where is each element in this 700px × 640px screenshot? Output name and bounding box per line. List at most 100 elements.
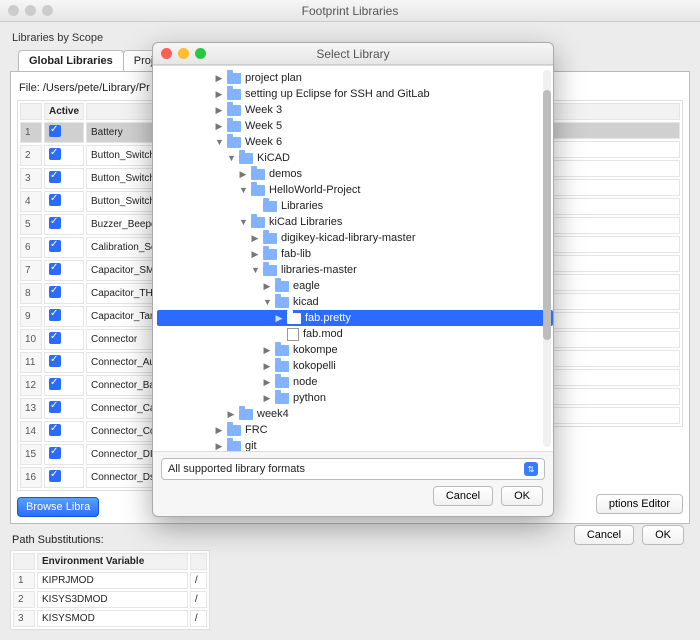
tree-item[interactable]: ▼KiCAD (157, 150, 553, 166)
options-editor-button[interactable]: ptions Editor (596, 494, 683, 514)
tab-global-libraries[interactable]: Global Libraries (18, 50, 124, 71)
table-row[interactable]: 5Buzzer_Beepe (20, 214, 162, 235)
disclosure-icon[interactable]: ▶ (263, 361, 271, 372)
tree-item[interactable]: ▶kokompe (157, 342, 553, 358)
checkbox-icon[interactable] (49, 171, 61, 183)
zoom-icon[interactable] (195, 48, 206, 59)
tree-item[interactable]: ▶digikey-kicad-library-master (157, 230, 553, 246)
disclosure-icon[interactable]: ▼ (239, 217, 247, 227)
tree-item[interactable]: ▼kicad (157, 294, 553, 310)
table-row[interactable]: 3Button_Switch (20, 168, 162, 189)
table-row[interactable]: 8Capacitor_TH (20, 283, 162, 304)
table-row[interactable]: 1Battery (20, 122, 162, 143)
table-row[interactable]: 14Connector_Co (20, 421, 162, 442)
tree-item[interactable]: ▶demos (157, 166, 553, 182)
disclosure-icon[interactable]: ▼ (251, 265, 259, 275)
active-cell[interactable] (44, 122, 84, 143)
active-cell[interactable] (44, 237, 84, 258)
disclosure-icon[interactable]: ▶ (215, 441, 223, 452)
checkbox-icon[interactable] (49, 194, 61, 206)
tree-item[interactable]: ▶git (157, 438, 553, 452)
tree-item[interactable]: ▶Week 5 (157, 118, 553, 134)
modal-ok-button[interactable]: OK (501, 486, 543, 506)
table-row[interactable]: 10Connector (20, 329, 162, 350)
tree-item-selected[interactable]: ▶fab.pretty (157, 310, 553, 326)
tree-item[interactable]: ▶kokopelli (157, 358, 553, 374)
tree-item[interactable]: ▶node (157, 374, 553, 390)
tree-item[interactable]: ▼libraries-master (157, 262, 553, 278)
main-ok-button[interactable]: OK (642, 525, 684, 545)
table-row[interactable]: 16Connector_Ds (20, 467, 162, 488)
minimize-icon[interactable] (178, 48, 189, 59)
active-cell[interactable] (44, 421, 84, 442)
tree-item[interactable]: ▼Week 6 (157, 134, 553, 150)
disclosure-icon[interactable]: ▶ (251, 233, 259, 244)
table-row[interactable]: 4Button_Switch (20, 191, 162, 212)
checkbox-icon[interactable] (49, 401, 61, 413)
checkbox-icon[interactable] (49, 378, 61, 390)
disclosure-icon[interactable]: ▼ (263, 297, 271, 307)
tree-item[interactable]: ▶FRC (157, 422, 553, 438)
table-row[interactable]: 6Calibration_Sc (20, 237, 162, 258)
table-row[interactable]: 9Capacitor_Tan (20, 306, 162, 327)
active-cell[interactable] (44, 260, 84, 281)
main-cancel-button[interactable]: Cancel (574, 525, 634, 545)
env-table[interactable]: Environment Variable 1KIPRJMOD/2KISYS3DM… (10, 550, 210, 630)
disclosure-icon[interactable]: ▶ (251, 249, 259, 260)
close-icon[interactable] (161, 48, 172, 59)
tree-item[interactable]: Libraries (157, 198, 553, 214)
disclosure-icon[interactable]: ▶ (263, 393, 271, 404)
disclosure-icon[interactable]: ▶ (263, 377, 271, 388)
table-row[interactable]: 13Connector_Ca (20, 398, 162, 419)
disclosure-icon[interactable]: ▶ (239, 169, 247, 180)
table-row[interactable]: 3KISYSMOD/ (13, 610, 207, 627)
disclosure-icon[interactable]: ▶ (215, 121, 223, 132)
active-cell[interactable] (44, 168, 84, 189)
checkbox-icon[interactable] (49, 309, 61, 321)
checkbox-icon[interactable] (49, 125, 61, 137)
active-cell[interactable] (44, 145, 84, 166)
disclosure-icon[interactable]: ▶ (215, 105, 223, 116)
modal-cancel-button[interactable]: Cancel (433, 486, 493, 506)
tree-item[interactable]: ▶fab-lib (157, 246, 553, 262)
disclosure-icon[interactable]: ▶ (263, 281, 271, 292)
checkbox-icon[interactable] (49, 470, 61, 482)
table-row[interactable]: 1KIPRJMOD/ (13, 572, 207, 589)
active-cell[interactable] (44, 467, 84, 488)
tree-item[interactable]: ▼HelloWorld-Project (157, 182, 553, 198)
active-cell[interactable] (44, 352, 84, 373)
checkbox-icon[interactable] (49, 332, 61, 344)
format-combo[interactable]: All supported library formats ⇅ (161, 458, 545, 480)
active-cell[interactable] (44, 375, 84, 396)
checkbox-icon[interactable] (49, 240, 61, 252)
active-cell[interactable] (44, 329, 84, 350)
disclosure-icon[interactable]: ▼ (239, 185, 247, 195)
scrollbar[interactable] (543, 70, 551, 447)
checkbox-icon[interactable] (49, 286, 61, 298)
tree-item[interactable]: fab.mod (157, 326, 553, 342)
checkbox-icon[interactable] (49, 355, 61, 367)
table-row[interactable]: 2KISYS3DMOD/ (13, 591, 207, 608)
tree-item[interactable]: ▶setting up Eclipse for SSH and GitLab (157, 86, 553, 102)
checkbox-icon[interactable] (49, 217, 61, 229)
disclosure-icon[interactable]: ▶ (275, 313, 283, 324)
tree-item[interactable]: ▼kiCad Libraries (157, 214, 553, 230)
disclosure-icon[interactable]: ▼ (215, 137, 223, 147)
tree-item[interactable]: ▶Week 3 (157, 102, 553, 118)
disclosure-icon[interactable]: ▶ (215, 73, 223, 84)
browse-libraries-button[interactable]: Browse Libra (17, 497, 99, 517)
libraries-table[interactable]: Active 1Battery2Button_Switch3Button_Swi… (17, 100, 165, 491)
active-cell[interactable] (44, 283, 84, 304)
active-cell[interactable] (44, 191, 84, 212)
disclosure-icon[interactable]: ▶ (227, 409, 235, 420)
disclosure-icon[interactable]: ▶ (215, 425, 223, 436)
scrollbar-thumb[interactable] (543, 90, 551, 340)
checkbox-icon[interactable] (49, 263, 61, 275)
checkbox-icon[interactable] (49, 148, 61, 160)
tree-item[interactable]: ▶eagle (157, 278, 553, 294)
checkbox-icon[interactable] (49, 424, 61, 436)
table-row[interactable]: 12Connector_Ba (20, 375, 162, 396)
active-cell[interactable] (44, 398, 84, 419)
tree-item[interactable]: ▶project plan (157, 70, 553, 86)
disclosure-icon[interactable]: ▶ (215, 89, 223, 100)
